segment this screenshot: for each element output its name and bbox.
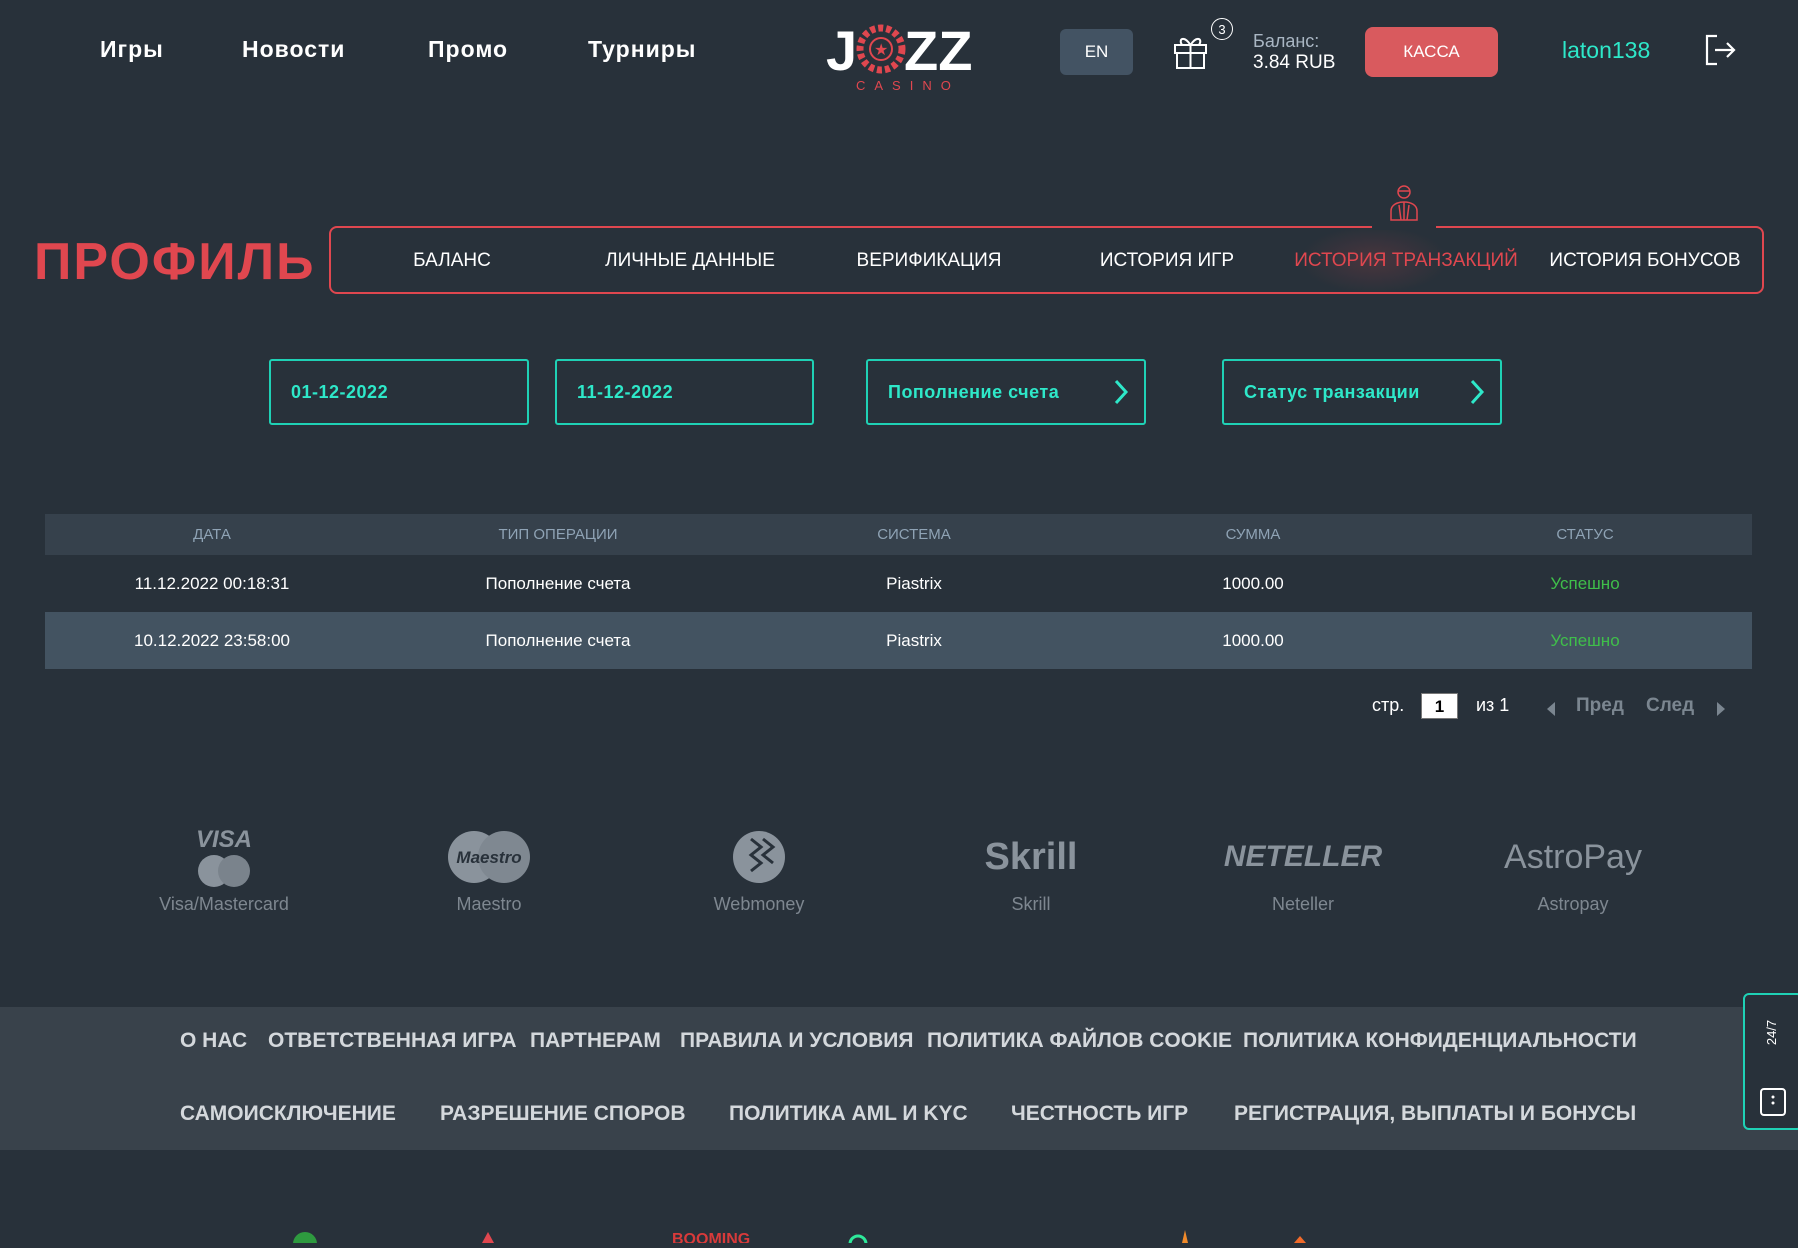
payment-maestro: Maestro Maestro xyxy=(389,826,589,915)
footer-link-partners[interactable]: ПАРТНЕРАМ xyxy=(530,1029,661,1053)
tab-bonus-history[interactable]: ИСТОРИЯ БОНУСОВ xyxy=(1549,250,1740,272)
cell-system: Piastrix xyxy=(886,630,942,650)
neteller-logo: NETELLER xyxy=(1223,840,1383,873)
person-icon xyxy=(1388,183,1420,226)
status-select[interactable]: Статус транзакции xyxy=(1222,359,1502,425)
footer-link-registration[interactable]: РЕГИСТРАЦИЯ, ВЫПЛАТЫ И БОНУСЫ xyxy=(1234,1102,1636,1126)
cell-system: Piastrix xyxy=(886,573,942,593)
footer-link-privacy[interactable]: ПОЛИТИКА КОНФИДЕНЦИАЛЬНОСТИ xyxy=(1243,1029,1637,1053)
table-row: 10.12.2022 23:58:00 Пополнение счета Pia… xyxy=(45,612,1752,669)
nav-news[interactable]: Новости xyxy=(242,36,345,63)
page-input[interactable]: 1 xyxy=(1421,693,1458,719)
nav-tournaments[interactable]: Турниры xyxy=(588,36,696,63)
support-label: 24/7 xyxy=(1764,1019,1780,1046)
skrill-logo: Skrill xyxy=(984,835,1078,878)
payment-neteller: NETELLER Neteller xyxy=(1203,826,1403,915)
visa-mastercard-logo: VISA xyxy=(124,826,324,888)
logout-icon[interactable] xyxy=(1703,33,1737,72)
tab-game-history[interactable]: ИСТОРИЯ ИГР xyxy=(1100,250,1234,272)
payment-label: Visa/Mastercard xyxy=(159,894,289,914)
table-row: 11.12.2022 00:18:31 Пополнение счета Pia… xyxy=(45,555,1752,612)
gift-icon[interactable] xyxy=(1172,33,1209,74)
table-header: ДАТА ТИП ОПЕРАЦИИ СИСТЕМА СУММА СТАТУС xyxy=(45,514,1752,555)
footer-link-self-exclusion[interactable]: САМОИСКЛЮЧЕНИЕ xyxy=(180,1102,396,1126)
col-status: СТАТУС xyxy=(1556,526,1614,543)
support-widget[interactable]: 24/7 xyxy=(1743,993,1798,1130)
prev-button[interactable]: Пред xyxy=(1576,695,1624,717)
cell-amount: 1000.00 xyxy=(1222,573,1284,593)
footer-link-fairness[interactable]: ЧЕСТНОСТЬ ИГР xyxy=(1011,1102,1188,1126)
col-amount: СУММА xyxy=(1225,526,1281,543)
cell-status: Успешно xyxy=(1550,630,1620,650)
next-button[interactable]: След xyxy=(1646,695,1694,717)
footer-links: О НАС ОТВЕТСТВЕННАЯ ИГРА ПАРТНЕРАМ ПРАВИ… xyxy=(0,1007,1798,1150)
payment-label: Skrill xyxy=(1011,894,1051,914)
status-value: Статус транзакции xyxy=(1244,381,1420,402)
footer-link-about[interactable]: О НАС xyxy=(180,1029,247,1053)
cell-type: Пополнение счета xyxy=(485,630,631,650)
operation-type-value: Пополнение счета xyxy=(888,381,1060,402)
col-system: СИСТЕМА xyxy=(877,526,951,543)
balance-label: Баланс: xyxy=(1253,31,1320,51)
webmoney-logo xyxy=(659,826,859,888)
footer-link-responsible[interactable]: ОТВЕТСТВЕННАЯ ИГРА xyxy=(268,1029,517,1053)
payment-label: Webmoney xyxy=(713,894,805,914)
page-title: ПРОФИЛЬ xyxy=(34,233,316,291)
cell-type: Пополнение счета xyxy=(485,573,631,593)
tab-personal-data[interactable]: ЛИЧНЫЕ ДАННЫЕ xyxy=(605,250,775,272)
svg-text:ZZ: ZZ xyxy=(904,19,972,82)
profile-tabs: БАЛАНС ЛИЧНЫЕ ДАННЫЕ ВЕРИФИКАЦИЯ ИСТОРИЯ… xyxy=(329,226,1764,294)
cashier-button[interactable]: КАССА xyxy=(1365,27,1498,77)
svg-text:Maestro: Maestro xyxy=(456,848,521,867)
payment-webmoney: Webmoney xyxy=(659,826,859,915)
payment-skrill: Skrill Skrill xyxy=(931,826,1131,915)
username-link[interactable]: laton138 xyxy=(1562,37,1650,64)
footer-link-disputes[interactable]: РАЗРЕШЕНИЕ СПОРОВ xyxy=(440,1102,686,1126)
tab-transaction-history[interactable]: ИСТОРИЯ ТРАНЗАКЦИЙ xyxy=(1294,250,1518,272)
maestro-logo: Maestro xyxy=(389,826,589,888)
payment-label: Maestro xyxy=(456,894,522,914)
footer-link-aml-kyc[interactable]: ПОЛИТИКА AML И KYC xyxy=(729,1102,968,1126)
tab-verification[interactable]: ВЕРИФИКАЦИЯ xyxy=(857,250,1002,272)
date-from-input[interactable]: 01-12-2022 xyxy=(269,359,529,425)
page-total: из 1 xyxy=(1476,695,1510,715)
operation-type-select[interactable]: Пополнение счета xyxy=(866,359,1146,425)
gift-count-badge: 3 xyxy=(1211,18,1233,40)
footer-link-cookie[interactable]: ПОЛИТИКА ФАЙЛОВ COOKIE xyxy=(927,1029,1232,1053)
astropay-logo: AstroPay xyxy=(1504,837,1642,876)
cell-date: 11.12.2022 00:18:31 xyxy=(134,573,290,593)
nav-promo[interactable]: Промо xyxy=(428,36,508,63)
col-type: ТИП ОПЕРАЦИИ xyxy=(498,526,618,543)
cell-amount: 1000.00 xyxy=(1222,630,1284,650)
logo[interactable]: J ★ ZZ CASINO xyxy=(826,18,976,93)
nav-games[interactable]: Игры xyxy=(100,36,164,63)
payment-visa-mastercard: VISA Visa/Mastercard xyxy=(124,826,324,915)
provider-logos: BOOMING xyxy=(0,1230,1798,1248)
balance-value: 3.84 RUB xyxy=(1253,52,1336,73)
date-to-input[interactable]: 11-12-2022 xyxy=(555,359,814,425)
footer-link-terms[interactable]: ПРАВИЛА И УСЛОВИЯ xyxy=(680,1029,913,1053)
chat-icon xyxy=(1760,1088,1786,1116)
chevron-right-icon xyxy=(1114,379,1129,405)
payment-astropay: AstroPay Astropay xyxy=(1473,826,1673,915)
transactions-table: ДАТА ТИП ОПЕРАЦИИ СИСТЕМА СУММА СТАТУС 1… xyxy=(45,514,1752,669)
payment-label: Astropay xyxy=(1537,894,1609,914)
svg-text:★: ★ xyxy=(874,42,888,59)
next-arrow-icon[interactable] xyxy=(1716,702,1726,721)
cell-date: 10.12.2022 23:58:00 xyxy=(134,630,290,650)
cell-status: Успешно xyxy=(1550,573,1620,593)
svg-text:BOOMING: BOOMING xyxy=(672,1231,750,1243)
tab-balance[interactable]: БАЛАНС xyxy=(413,250,491,272)
svg-text:J: J xyxy=(826,19,857,82)
language-button[interactable]: EN xyxy=(1060,29,1133,75)
payment-label: Neteller xyxy=(1271,894,1335,914)
prev-arrow-icon[interactable] xyxy=(1546,702,1556,721)
chevron-right-icon xyxy=(1470,379,1485,405)
page-label: стр. xyxy=(1372,695,1405,715)
svg-text:CASINO: CASINO xyxy=(856,78,960,92)
col-date: ДАТА xyxy=(193,526,231,543)
